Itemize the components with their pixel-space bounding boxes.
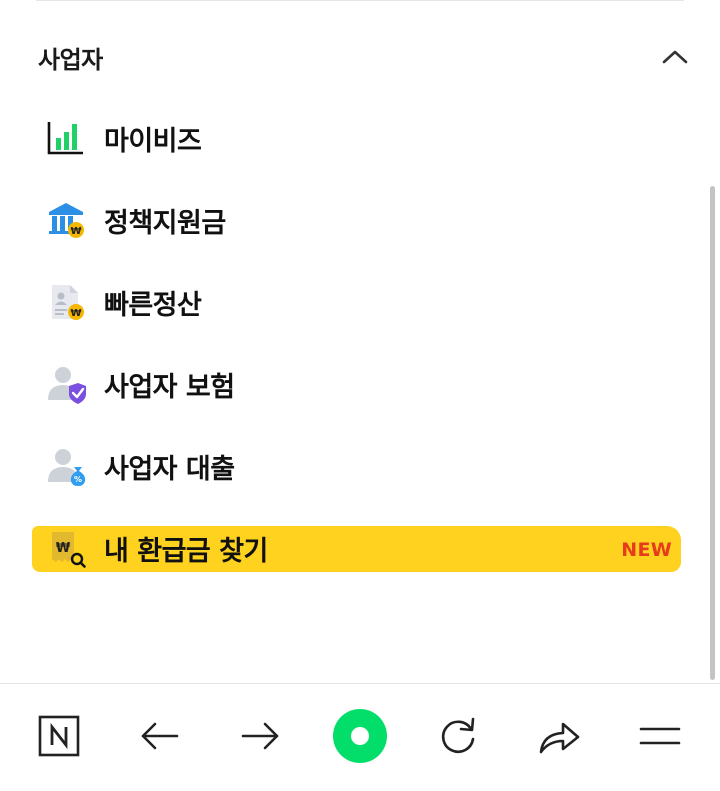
chevron-up-icon[interactable] bbox=[660, 42, 690, 72]
menu-item-policy-fund[interactable]: ₩ 정책지원금 bbox=[0, 179, 720, 261]
menu-item-mybiz[interactable]: 마이비즈 bbox=[0, 97, 720, 179]
menu-item-label: 정책지원금 bbox=[104, 207, 226, 239]
new-badge: NEW bbox=[621, 539, 672, 561]
section-title: 사업자 bbox=[38, 45, 103, 74]
menu-item-label: 내 환급금 찾기 bbox=[104, 535, 268, 567]
menu-item-label: 마이비즈 bbox=[104, 125, 202, 157]
share-icon[interactable] bbox=[529, 706, 589, 766]
menu-item-quick-settlement[interactable]: ₩ 빠른정산 bbox=[0, 261, 720, 343]
svg-text:₩: ₩ bbox=[70, 308, 81, 319]
document-won-icon: ₩ bbox=[46, 282, 86, 322]
menu-item-label: 빠른정산 bbox=[104, 289, 202, 321]
menu-item-business-loan[interactable]: % 사업자 대출 bbox=[0, 425, 720, 507]
person-money-bag-icon: % bbox=[46, 446, 86, 486]
forward-arrow-icon[interactable] bbox=[230, 706, 290, 766]
naver-home-icon[interactable] bbox=[29, 706, 89, 766]
section-header-business[interactable]: 사업자 bbox=[38, 30, 690, 84]
back-arrow-icon[interactable] bbox=[130, 706, 190, 766]
scrollbar[interactable] bbox=[710, 186, 715, 680]
menu-item-label: 사업자 대출 bbox=[104, 453, 235, 485]
bar-chart-icon bbox=[46, 118, 86, 158]
receipt-search-icon: ₩ bbox=[46, 528, 86, 568]
menu-item-find-refund[interactable]: ₩ 내 환급금 찾기 NEW bbox=[0, 507, 720, 589]
bank-won-icon: ₩ bbox=[46, 200, 86, 240]
reload-icon[interactable] bbox=[428, 706, 488, 766]
green-circle-icon[interactable] bbox=[330, 706, 390, 766]
person-shield-icon bbox=[46, 364, 86, 404]
bottom-navigation-bar bbox=[0, 683, 720, 791]
svg-text:%: % bbox=[74, 475, 82, 484]
top-divider bbox=[36, 0, 684, 1]
menu-item-label: 사업자 보험 bbox=[104, 371, 235, 403]
menu-list: 마이비즈 ₩ 정책지원금 ₩ 빠른정산 사업자 보험 % 사업자 대출 ₩ 내 … bbox=[0, 97, 720, 589]
menu-icon[interactable] bbox=[630, 706, 690, 766]
svg-text:₩: ₩ bbox=[56, 541, 71, 556]
menu-item-business-insurance[interactable]: 사업자 보험 bbox=[0, 343, 720, 425]
svg-text:₩: ₩ bbox=[70, 226, 81, 237]
page: 사업자 마이비즈 ₩ 정책지원금 ₩ 빠른정산 사업자 보험 % 사업자 대출 … bbox=[0, 0, 720, 791]
